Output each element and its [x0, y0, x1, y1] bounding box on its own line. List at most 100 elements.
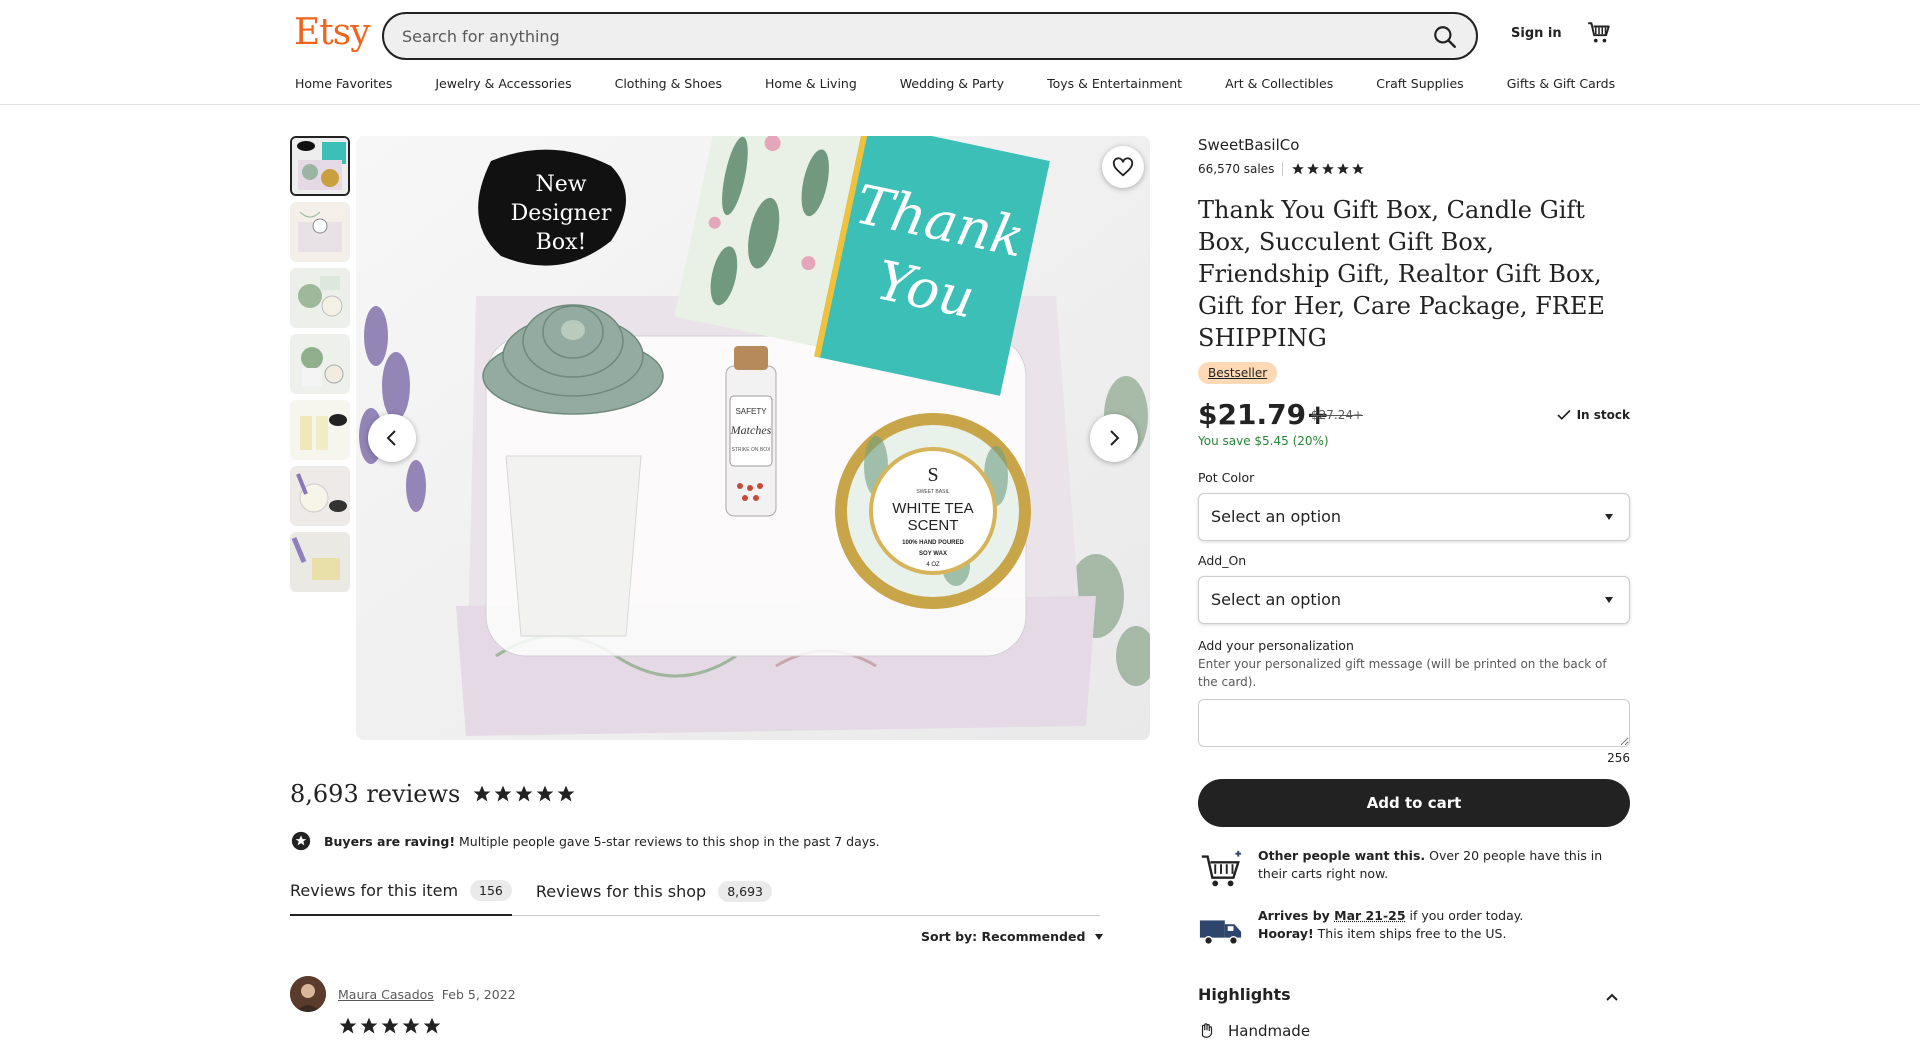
- tab-shop-reviews[interactable]: Reviews for this shop 8,693: [536, 874, 772, 916]
- search-bar: [382, 12, 1478, 60]
- original-price: $27.24+: [1311, 408, 1364, 422]
- star-icon: [1307, 163, 1320, 175]
- chevron-up-icon: [1606, 993, 1618, 1001]
- reviewer-name[interactable]: Maura Casados: [338, 987, 434, 1002]
- shop-name[interactable]: SweetBasilCo: [1198, 136, 1630, 154]
- personalization-hint: Enter your personalized gift message (wi…: [1198, 657, 1607, 689]
- star-icon: [1337, 163, 1350, 175]
- thumbnail-5[interactable]: [290, 400, 350, 460]
- highlights-toggle[interactable]: Highlights: [1198, 985, 1630, 1005]
- thumbnail-2[interactable]: [290, 202, 350, 262]
- caret-down-icon: [1605, 514, 1613, 520]
- nav-wedding[interactable]: Wedding & Party: [900, 76, 1004, 96]
- caret-down-icon: [1605, 597, 1613, 603]
- buyers-raving-notice: Buyers are raving! Multiple people gave …: [290, 830, 880, 852]
- matches-label-top: SAFETY: [735, 407, 767, 416]
- tab-item-reviews[interactable]: Reviews for this item 156: [290, 874, 512, 916]
- search-icon[interactable]: [1432, 24, 1458, 50]
- review-rating-stars: [338, 1016, 443, 1036]
- star-icon: [557, 785, 575, 802]
- star-icon: [1352, 163, 1365, 175]
- thumbnail-1[interactable]: [290, 136, 350, 196]
- personalization-label: Add your personalization: [1198, 638, 1354, 653]
- highlights-title: Highlights: [1198, 985, 1291, 1004]
- bestseller-badge[interactable]: Bestseller: [1198, 362, 1278, 384]
- arrives-date[interactable]: Mar 21-25: [1334, 908, 1405, 923]
- star-icon: [423, 1017, 441, 1034]
- prev-image-button[interactable]: [368, 414, 416, 462]
- star-icon: [1292, 163, 1305, 175]
- raving-bold: Buyers are raving!: [324, 833, 456, 849]
- price-row: $21.79+ $27.24+ In stock: [1198, 398, 1630, 431]
- sort-label: Sort by: Recommended: [921, 929, 1086, 944]
- category-nav: Home Favorites Jewelry & Accessories Clo…: [295, 76, 1658, 96]
- handmade-text: Handmade: [1228, 1022, 1311, 1040]
- candle-brand: SWEET BASIL: [916, 489, 949, 495]
- star-badge-icon: [291, 831, 311, 851]
- next-image-button[interactable]: [1090, 414, 1138, 462]
- candle-scent-1: WHITE TEA: [892, 500, 973, 517]
- shop-rating-stars[interactable]: [1291, 162, 1366, 176]
- sort-dropdown[interactable]: Sort by: Recommended: [921, 929, 1104, 944]
- nav-home-living[interactable]: Home & Living: [765, 76, 857, 96]
- badge-line-1: New: [535, 172, 586, 197]
- nav-clothing[interactable]: Clothing & Shoes: [615, 76, 722, 96]
- nav-gifts[interactable]: Gifts & Gift Cards: [1507, 76, 1615, 96]
- thumbnail-7[interactable]: [290, 532, 350, 592]
- personalization-input[interactable]: [1198, 699, 1630, 747]
- demand-notice: Other people want this. Over 20 people h…: [1198, 847, 1630, 893]
- star-icon: [1322, 163, 1335, 175]
- tab-shop-count: 8,693: [718, 880, 772, 902]
- chevron-left-icon: [386, 430, 396, 446]
- addon-select[interactable]: Select an option: [1198, 576, 1630, 624]
- thumbnail-list: [290, 136, 350, 598]
- delivery-notice: Arrives by Mar 21-25 if you order today.…: [1198, 907, 1630, 953]
- star-icon: [536, 785, 554, 802]
- arrives-bold: Arrives by: [1258, 908, 1335, 923]
- review-author-row: Maura Casados Feb 5, 2022: [290, 976, 516, 1012]
- demand-bold: Other people want this.: [1258, 848, 1426, 863]
- main-product-image[interactable]: SAFETY Matches STRIKE ON BOX Thank You S…: [356, 136, 1150, 740]
- favorite-button[interactable]: [1102, 146, 1144, 188]
- nav-craft[interactable]: Craft Supplies: [1376, 76, 1463, 96]
- thumbnail-6[interactable]: [290, 466, 350, 526]
- chevron-right-icon: [1110, 430, 1120, 446]
- arrives-text: if you order today.: [1405, 908, 1524, 923]
- matches-label-main: Matches: [730, 423, 772, 437]
- reviews-header: 8,693 reviews: [290, 780, 577, 808]
- current-price: $21.79+: [1198, 398, 1330, 431]
- nav-home-favorites[interactable]: Home Favorites: [295, 76, 392, 96]
- svg-text:S: S: [927, 464, 938, 486]
- badge-line-2: Designer: [511, 201, 612, 226]
- review-tabs: Reviews for this item 156 Reviews for th…: [290, 874, 1100, 916]
- matches-label-bottom: STRIKE ON BOX: [732, 447, 772, 453]
- avatar[interactable]: [290, 976, 326, 1012]
- candle-pour: 100% HAND POURED: [902, 540, 964, 546]
- raving-text: Multiple people gave 5-star reviews to t…: [455, 833, 880, 849]
- stock-status: In stock: [1555, 406, 1630, 424]
- product-details-panel: SweetBasilCo 66,570 sales Thank You Gift…: [1198, 136, 1630, 953]
- add-to-cart-button[interactable]: Add to cart: [1198, 779, 1630, 827]
- search-input[interactable]: [402, 24, 1382, 48]
- thumbnail-3[interactable]: [290, 268, 350, 328]
- savings-text: You save $5.45 (20%): [1198, 434, 1329, 448]
- etsy-logo[interactable]: Etsy: [294, 12, 371, 53]
- addon-label: Add_On: [1198, 553, 1247, 568]
- sign-in-link[interactable]: Sign in: [1511, 26, 1562, 41]
- nav-jewelry[interactable]: Jewelry & Accessories: [435, 76, 571, 96]
- review-date: Feb 5, 2022: [441, 986, 516, 1002]
- truck-icon: [1199, 920, 1242, 946]
- tab-item-count: 156: [470, 879, 512, 901]
- star-icon: [494, 785, 512, 802]
- thumbnail-4[interactable]: [290, 334, 350, 394]
- hooray-text: This item ships free to the US.: [1313, 926, 1507, 941]
- nav-toys[interactable]: Toys & Entertainment: [1047, 76, 1182, 96]
- star-icon: [473, 785, 491, 802]
- stock-text: In stock: [1576, 408, 1630, 422]
- addon-value: Select an option: [1211, 590, 1342, 609]
- nav-art[interactable]: Art & Collectibles: [1225, 76, 1333, 96]
- check-icon: [1557, 409, 1571, 420]
- handmade-highlight: Handmade: [1198, 1022, 1310, 1040]
- cart-icon[interactable]: [1586, 20, 1612, 46]
- pot-color-select[interactable]: Select an option: [1198, 493, 1630, 541]
